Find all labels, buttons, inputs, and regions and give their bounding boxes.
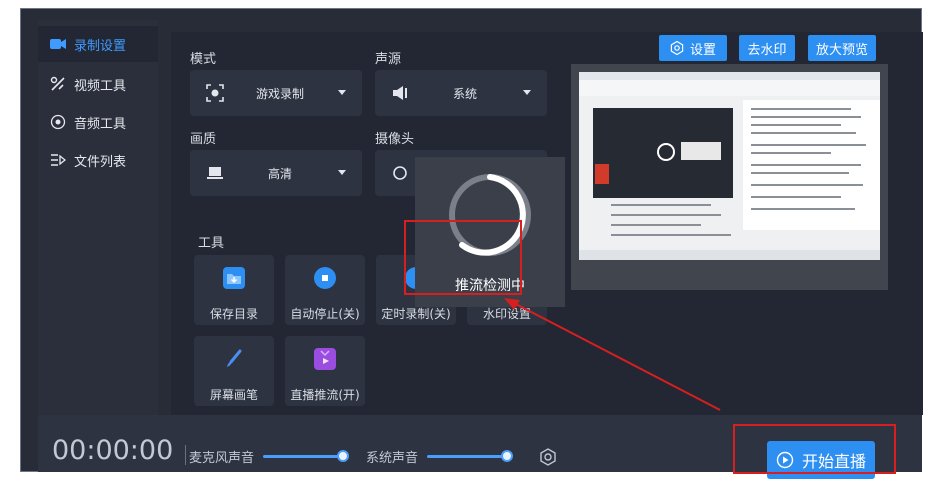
tool-label: 水印设置 [482, 307, 531, 321]
settings-button[interactable]: 设置 [659, 35, 727, 61]
audio-settings-gear-icon[interactable] [539, 448, 557, 470]
tools-label: 工具 [198, 236, 225, 251]
chevron-down-icon [338, 90, 346, 95]
tv-icon [314, 348, 336, 370]
quality-select[interactable]: 高清 [190, 150, 362, 196]
file-list-icon [50, 152, 66, 168]
sidebar-item-label: 录制设置 [74, 38, 127, 54]
tool-label: 定时录制(关) [381, 307, 451, 321]
quality-value: 高清 [267, 166, 292, 181]
remove-watermark-label: 去水印 [747, 42, 787, 58]
mode-label: 模式 [190, 52, 217, 67]
sidebar-item-label: 音频工具 [74, 116, 127, 132]
sidebar: 录制设置 视频工具 音频工具 文件列表 [38, 20, 158, 415]
gear-icon [670, 41, 684, 55]
tools-icon [50, 76, 66, 92]
preview-window [571, 64, 888, 290]
game-record-icon [206, 84, 224, 102]
audio-icon [50, 114, 66, 130]
mic-volume-label: 麦克风声音 [189, 451, 255, 466]
laptop-icon [206, 164, 224, 182]
mic-volume-knob[interactable] [337, 450, 349, 462]
tool-screen-brush[interactable]: 屏幕画笔 [194, 336, 274, 406]
chevron-down-icon [523, 90, 531, 95]
mode-select[interactable]: 游戏录制 [190, 70, 362, 116]
tool-live-stream[interactable]: 直播推流(开) [285, 336, 365, 406]
speaker-icon [391, 84, 409, 102]
tool-label: 屏幕画笔 [209, 388, 258, 402]
stop-icon [314, 267, 336, 289]
brush-icon [223, 348, 245, 370]
tool-label: 保存目录 [209, 307, 258, 321]
enlarge-preview-button[interactable]: 放大预览 [808, 35, 876, 61]
mode-value: 游戏录制 [255, 86, 304, 101]
divider [185, 445, 186, 465]
tool-label: 直播推流(开) [290, 388, 360, 402]
sidebar-item-file-list[interactable]: 文件列表 [38, 142, 158, 178]
system-volume-slider[interactable] [427, 455, 507, 458]
sidebar-item-label: 视频工具 [74, 78, 127, 94]
audio-source-value: 系统 [452, 86, 477, 101]
tool-label: 自动停止(关) [290, 307, 360, 321]
mic-volume-slider[interactable] [263, 455, 343, 458]
camera-label: 摄像头 [375, 132, 415, 147]
annotation-highlight-box [733, 424, 896, 474]
camera-icon [391, 164, 409, 182]
tool-auto-stop[interactable]: 自动停止(关) [285, 255, 365, 325]
sidebar-item-record-settings[interactable]: 录制设置 [38, 26, 158, 62]
system-volume-label: 系统声音 [366, 451, 419, 466]
tool-save-directory[interactable]: 保存目录 [194, 255, 274, 325]
enlarge-preview-label: 放大预览 [815, 42, 868, 58]
annotation-highlight-box [404, 220, 522, 295]
audio-source-label: 声源 [375, 52, 402, 67]
sidebar-item-label: 文件列表 [74, 154, 127, 170]
audio-source-select[interactable]: 系统 [375, 70, 547, 116]
folder-download-icon [223, 267, 245, 289]
remove-watermark-button[interactable]: 去水印 [739, 35, 795, 61]
quality-label: 画质 [190, 132, 217, 147]
system-volume-knob[interactable] [501, 450, 513, 462]
sidebar-item-video-tools[interactable]: 视频工具 [38, 66, 158, 102]
settings-button-label: 设置 [689, 42, 716, 58]
sidebar-item-audio-tools[interactable]: 音频工具 [38, 104, 158, 140]
video-camera-icon [50, 36, 66, 52]
elapsed-time: 00:00:00 [52, 435, 174, 466]
chevron-down-icon [338, 170, 346, 175]
